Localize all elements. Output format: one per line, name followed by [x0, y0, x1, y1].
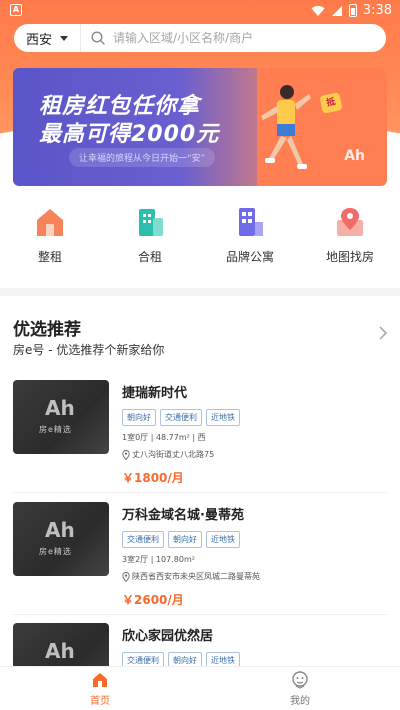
listing-thumbnail: Ah 房e精选: [13, 502, 109, 576]
category-whole-rent[interactable]: 整租: [0, 206, 100, 276]
category-label: 品牌公寓: [225, 250, 274, 264]
thumbnail-logo: Ah: [45, 639, 75, 663]
banner-logo: Ah: [344, 148, 365, 164]
nav-profile[interactable]: 我的: [200, 667, 400, 710]
recommend-title: 优选推荐: [13, 320, 81, 340]
listing-tag: 朝向好: [168, 652, 202, 666]
clock: 3:38: [362, 3, 392, 18]
nav-home-label: 首页: [90, 695, 110, 707]
map-pin-icon: [337, 208, 363, 236]
thumbnail-logo: Ah: [45, 396, 75, 420]
listing-tag: 交通便利: [122, 652, 164, 666]
wifi-icon: [311, 5, 325, 16]
thumbnail-logo: Ah: [45, 518, 75, 542]
location-pin-icon: [122, 449, 130, 460]
banner-title-line2: 最高可得2000元: [39, 122, 220, 147]
listing-price: ￥1800/月: [122, 471, 184, 485]
listing-title: 欣心家园优然居: [122, 629, 214, 644]
listing-card[interactable]: Ah 房e精选 万科金域名城·曼蒂苑 交通便利 朝向好 近地铁 3室2厅 | 1…: [13, 502, 387, 608]
listing-tags: 交通便利 朝向好 近地铁: [122, 531, 387, 548]
listing-tag: 朝向好: [168, 531, 202, 548]
category-label: 地图找房: [325, 250, 374, 264]
search-input[interactable]: [113, 31, 354, 45]
building-icon: [139, 209, 163, 236]
listing-address: 陕西省西安市未央区凤城二路曼蒂苑: [122, 571, 387, 582]
listing-tag: 近地铁: [206, 409, 240, 426]
listing-card[interactable]: Ah 房e精选 捷瑞新时代 朝向好 交通便利 近地铁 1室0厅 | 48.77m…: [13, 380, 387, 486]
location-pin-icon: [122, 571, 130, 582]
listing-price: ￥2600/月: [122, 593, 184, 607]
nav-home[interactable]: 首页: [0, 667, 200, 710]
category-label: 合租: [137, 250, 162, 264]
chevron-down-icon: [60, 35, 69, 41]
listing-tag: 交通便利: [122, 531, 164, 548]
category-brand-apartment[interactable]: 品牌公寓: [200, 206, 300, 276]
city-label: 西安: [26, 32, 53, 48]
status-icons: 3:38: [311, 3, 392, 18]
listing-tag: 近地铁: [206, 531, 240, 548]
listing-info: 万科金域名城·曼蒂苑 交通便利 朝向好 近地铁 3室2厅 | 107.80m² …: [122, 502, 387, 608]
listing-tags: 朝向好 交通便利 近地铁: [122, 409, 387, 426]
listing-address-text: 丈八沟街道丈八北路75: [132, 450, 215, 459]
search-icon: [91, 31, 105, 45]
profile-icon: [292, 670, 308, 689]
thumbnail-caption: 房e精选: [39, 547, 72, 556]
city-selector[interactable]: 西安: [14, 24, 82, 52]
recommend-subtitle: 房e号 - 优选推荐个新家给你: [13, 343, 165, 357]
listing-address: 丈八沟街道丈八北路75: [122, 449, 387, 460]
category-shared-rent[interactable]: 合租: [100, 206, 200, 276]
listing-meta: 3室2厅 | 107.80m²: [122, 555, 195, 564]
category-label: 整租: [37, 250, 62, 264]
listing-thumbnail: Ah: [13, 623, 109, 666]
status-bar: A 3:38: [0, 0, 400, 22]
listing-info: 捷瑞新时代 朝向好 交通便利 近地铁 1室0厅 | 48.77m² | 西 丈八…: [122, 380, 387, 486]
listing-meta: 1室0厅 | 48.77m² | 西: [122, 433, 206, 442]
search-bar: 西安: [14, 24, 386, 52]
banner-subtitle: 让幸福的旅程从今日开始一“安”: [69, 148, 216, 167]
listing-separator: [13, 492, 387, 493]
listing-tag: 近地铁: [206, 652, 240, 666]
chevron-right-icon[interactable]: [378, 326, 388, 340]
category-map-search[interactable]: 地图找房: [300, 206, 400, 276]
house-icon: [37, 209, 63, 236]
bottom-nav: 首页 我的: [0, 666, 400, 710]
category-grid: 整租 合租 品牌公寓 地图找房: [0, 206, 400, 276]
listing-info: 欣心家园优然居 交通便利 朝向好 近地铁: [122, 623, 387, 666]
notification-icon: A: [10, 4, 22, 16]
listing-title: 捷瑞新时代: [122, 386, 188, 401]
listing-tag: 交通便利: [160, 409, 202, 426]
listing-thumbnail: Ah 房e精选: [13, 380, 109, 454]
listing-address-text: 陕西省西安市未央区凤城二路曼蒂苑: [132, 572, 260, 581]
listing-title: 万科金域名城·曼蒂苑: [122, 508, 244, 523]
listing-separator: [13, 614, 387, 615]
signal-icon: [331, 5, 342, 16]
nav-profile-label: 我的: [290, 695, 310, 707]
section-divider: [0, 288, 400, 296]
battery-icon: [348, 4, 357, 17]
runner-illustration: [261, 85, 311, 169]
listing-tag: 朝向好: [122, 409, 156, 426]
thumbnail-caption: 房e精选: [39, 425, 72, 434]
listing-tags: 交通便利 朝向好 近地铁: [122, 652, 387, 666]
listing-card[interactable]: Ah 欣心家园优然居 交通便利 朝向好 近地铁: [13, 623, 387, 666]
home-icon: [93, 672, 107, 687]
apartment-icon: [239, 208, 263, 236]
promo-banner[interactable]: 租房红包任你拿 最高可得2000元 让幸福的旅程从今日开始一“安” 抵 Ah: [13, 68, 387, 186]
